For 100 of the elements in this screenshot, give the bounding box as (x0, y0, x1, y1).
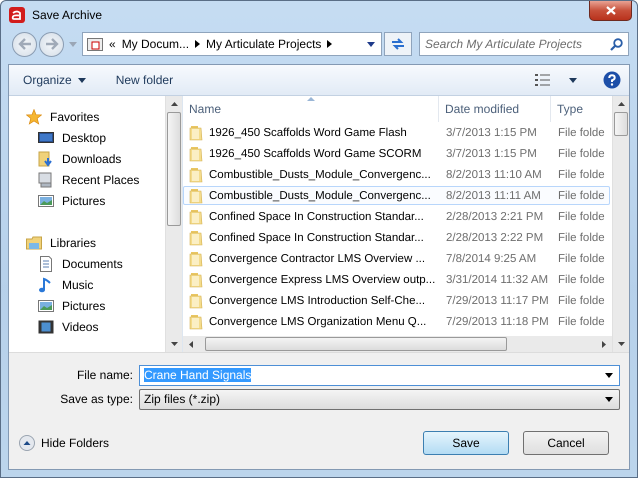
address-bar[interactable]: « My Docum... My Articulate Projects (82, 32, 382, 56)
scroll-right-icon (602, 340, 606, 348)
date-cell-text: 3/31/2014 11:32 AM (445, 274, 550, 286)
type-cell-text: File folde (557, 316, 606, 328)
folder-icon (188, 188, 204, 204)
sidebar-item[interactable]: Videos (26, 316, 165, 337)
back-arrow-icon (18, 38, 32, 50)
file-name: Convergence LMS Organization Menu Q... (209, 316, 426, 328)
date-cell-text: 3/7/2013 1:15 PM (445, 126, 538, 138)
file-row[interactable]: Combustible_Dusts_Module_Convergenc... 8/2/2013 11:10 AM File folde (183, 165, 610, 184)
pictures-icon (38, 192, 54, 208)
close-button[interactable] (589, 1, 632, 21)
folder-icon (188, 230, 204, 246)
type-cell-text: File folde (557, 190, 606, 202)
folder-icon (188, 208, 204, 224)
breadcrumb[interactable]: « (109, 37, 116, 51)
sidebar-item[interactable]: Downloads (26, 148, 165, 169)
date-cell-text: 8/2/2013 11:10 AM (445, 168, 543, 180)
library-icon (26, 234, 42, 250)
save-type-dropdown[interactable]: Zip files (*.zip) (139, 388, 620, 410)
forward-arrow-icon (44, 38, 58, 50)
folder-icon (87, 37, 103, 51)
organize-button[interactable]: Organize (19, 71, 90, 89)
file-row[interactable]: Combustible_Dusts_Module_Convergenc... 8/2/2013 11:11 AM File folde (183, 186, 610, 205)
sidebar-item[interactable]: Recent Places (26, 169, 165, 190)
breadcrumb[interactable]: My Articulate Projects (206, 37, 322, 51)
folder-icon (188, 124, 204, 140)
scroll-down-icon (170, 342, 178, 346)
file-name: Combustible_Dusts_Module_Convergenc... (209, 190, 431, 202)
breadcrumb[interactable]: My Docum... (122, 37, 190, 51)
window-title: Save Archive (32, 8, 102, 22)
file-row[interactable]: Confined Space In Construction Standar... 2/28/2013 2:22 PM File folde (183, 228, 610, 247)
column-header[interactable]: Type (551, 96, 612, 122)
sidebar-group[interactable]: Libraries (26, 232, 165, 253)
file-row[interactable]: Confined Space In Construction Standar... 2/28/2013 2:21 PM File folde (183, 207, 610, 226)
file-row[interactable]: 1926_450 Scaffolds Word Game Flash 3/7/2013 1:15 PM File folde (183, 123, 610, 142)
column-header[interactable]: Date modified (439, 96, 551, 122)
scrollbar-thumb[interactable] (205, 337, 507, 351)
folder-icon (188, 146, 204, 162)
file-row[interactable]: Convergence LMS Organization Menu Q... 7/29/2013 11:18 PM File folde (183, 312, 610, 331)
horizontal-scrollbar[interactable] (183, 336, 612, 352)
date-cell-text: 2/28/2013 2:22 PM (445, 232, 544, 244)
file-row[interactable]: 1926_450 Scaffolds Word Game SCORM 3/7/2013 1:15 PM File folde (183, 144, 610, 163)
forward-button[interactable] (39, 32, 64, 56)
type-cell-text: File folde (557, 252, 606, 264)
file-name: Confined Space In Construction Standar... (209, 210, 424, 222)
help-icon (603, 71, 621, 89)
file-list-scrollbar[interactable] (612, 96, 629, 352)
search-field[interactable]: Search My Articulate Projects (419, 32, 629, 56)
help-button[interactable] (603, 71, 621, 89)
cancel-button[interactable]: Cancel (523, 431, 609, 455)
new-folder-button[interactable]: New folder (112, 71, 178, 89)
file-name: Convergence LMS Introduction Self-Che... (209, 294, 426, 306)
file-row[interactable]: Convergence Express LMS Overview outp... 3/31/2014 11:32 AM File folde (183, 270, 610, 289)
save-type-label: Save as type: (59, 392, 134, 406)
caret-icon (569, 78, 577, 82)
type-cell-text: File folde (557, 126, 606, 138)
sidebar-item[interactable]: Desktop (26, 127, 165, 148)
folder-icon (188, 272, 204, 288)
type-cell-text: File folde (557, 148, 606, 160)
sidebar-item[interactable]: Pictures (26, 190, 165, 211)
column-header[interactable]: Name (183, 96, 439, 122)
date-cell-text: 8/2/2013 11:11 AM (445, 190, 542, 202)
sidebar-scrollbar[interactable] (165, 96, 182, 352)
file-row[interactable]: Convergence Contractor LMS Overview ... 7/8/2014 9:25 AM File folde (183, 249, 610, 268)
date-cell-text: 7/29/2013 11:18 PM (445, 316, 550, 328)
back-button[interactable] (12, 32, 37, 56)
date-cell-text: 7/8/2014 9:25 AM (445, 252, 538, 264)
file-name: Combustible_Dusts_Module_Convergenc... (209, 168, 431, 180)
list-view-icon (535, 73, 551, 87)
star-icon (26, 108, 42, 124)
refresh-button[interactable] (384, 32, 412, 56)
sidebar-item[interactable]: Music (26, 274, 165, 295)
dropdown-caret-icon (605, 396, 613, 402)
desktop-icon (38, 130, 54, 146)
sidebar-item[interactable]: Pictures (26, 295, 165, 316)
type-cell-text: File folde (557, 274, 606, 286)
folder-icon (188, 314, 204, 330)
scrollbar-thumb[interactable] (167, 112, 181, 226)
type-cell-text: File folde (557, 294, 606, 306)
chevron-icon (327, 40, 332, 48)
file-row[interactable]: Convergence LMS Introduction Self-Che... 7/29/2013 11:17 PM File folde (183, 291, 610, 310)
date-cell-text: 3/7/2013 1:15 PM (445, 148, 538, 160)
sidebar-item[interactable]: Documents (26, 253, 165, 274)
app-icon (9, 6, 25, 22)
scroll-down-icon (618, 342, 624, 346)
close-icon (606, 6, 616, 15)
folder-icon (188, 166, 204, 182)
save-button[interactable]: Save (423, 431, 509, 455)
file-name-label: File name: (76, 368, 134, 382)
hide-folders-button[interactable]: Hide Folders (19, 435, 110, 451)
history-caret-icon (69, 42, 77, 46)
collapse-icon (19, 435, 35, 451)
downloads-icon (38, 150, 54, 166)
scrollbar-thumb[interactable] (614, 112, 628, 136)
sidebar-group[interactable]: Favorites (26, 106, 165, 127)
dropdown-caret-icon (605, 372, 613, 378)
scroll-left-icon (189, 340, 193, 348)
search-icon (610, 38, 623, 50)
file-name: Convergence Express LMS Overview outp... (209, 274, 436, 286)
